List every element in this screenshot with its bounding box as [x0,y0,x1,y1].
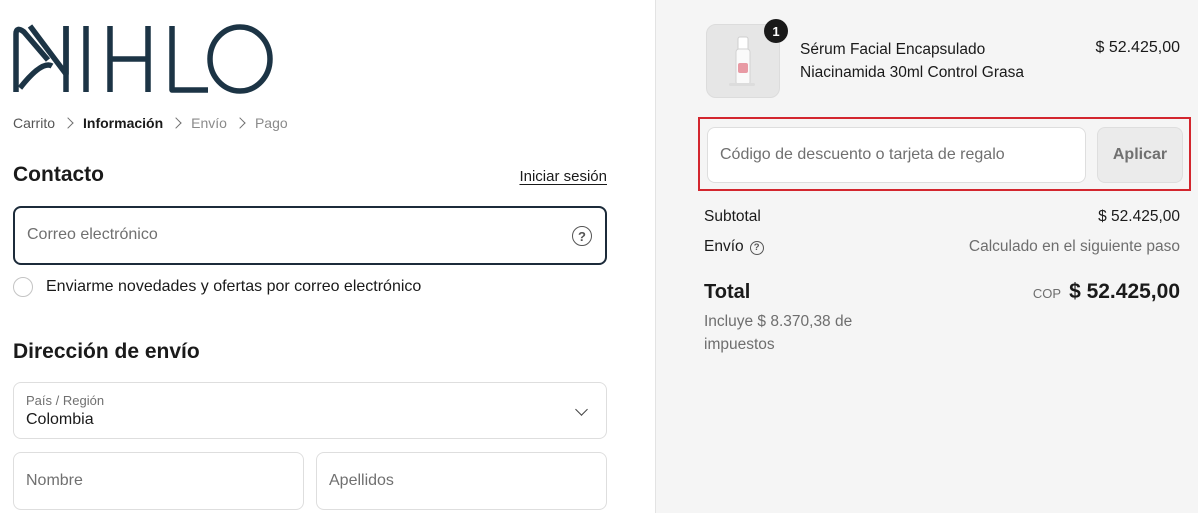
last-name-field[interactable] [316,452,607,510]
total-value: $ 52.425,00 [1069,280,1180,303]
help-icon[interactable]: ? [749,240,764,255]
newsletter-checkbox[interactable] [13,277,33,297]
tax-note: Incluye $ 8.370,38 de impuestos [704,313,853,353]
total-amount: COP $ 52.425,00 [1033,280,1180,304]
login-link[interactable]: Iniciar sesión [519,168,607,185]
chevron-right-icon [170,117,182,129]
first-name-field[interactable] [13,452,304,510]
first-name-input[interactable] [26,472,272,490]
breadcrumb-shipping: Envío [191,115,227,131]
total-label: Total [704,281,751,303]
breadcrumb-information: Información [83,115,164,131]
email-field[interactable]: ? [13,206,607,265]
shipping-value: Calculado en el siguiente paso [968,238,1180,255]
newsletter-option[interactable]: Enviarme novedades y ofertas por correo … [13,277,421,297]
checkout-form-panel: Carrito Información Envío Pago Contacto … [0,0,655,513]
discount-highlight: Aplicar [698,117,1191,191]
product-name: Sérum Facial Encapsulado Niacinamida 30m… [800,41,1024,81]
quantity-badge: 1 [764,19,788,43]
order-summary-panel: 1 Sérum Facial Encapsulado Niacinamida 3… [655,0,1198,513]
shipping-heading: Dirección de envío [13,340,200,363]
help-icon[interactable]: ? [572,226,592,246]
product-price: $ 52.425,00 [1095,39,1180,56]
chevron-down-icon [575,403,588,416]
contact-heading: Contacto [13,163,104,186]
discount-input[interactable] [720,146,1070,164]
country-value: Colombia [26,411,94,428]
last-name-input[interactable] [329,472,575,490]
shipping-row: Envío? [704,238,764,256]
email-input[interactable] [27,226,547,244]
subtotal-value: $ 52.425,00 [1098,208,1180,225]
breadcrumb-cart[interactable]: Carrito [13,115,55,131]
shipping-label: Envío [704,238,744,255]
currency-code: COP [1032,286,1062,301]
newsletter-label: Enviarme novedades y ofertas por correo … [46,278,422,295]
discount-field[interactable] [707,127,1086,183]
country-select[interactable]: País / Región Colombia [13,382,607,439]
breadcrumb: Carrito Información Envío Pago [13,115,288,131]
breadcrumb-payment: Pago [254,115,288,131]
chevron-right-icon [234,117,246,129]
subtotal-label: Subtotal [704,208,761,225]
brand-logo[interactable] [12,22,274,94]
apply-button[interactable]: Aplicar [1097,127,1183,183]
chevron-right-icon [62,117,74,129]
country-label: País / Región [26,393,105,408]
